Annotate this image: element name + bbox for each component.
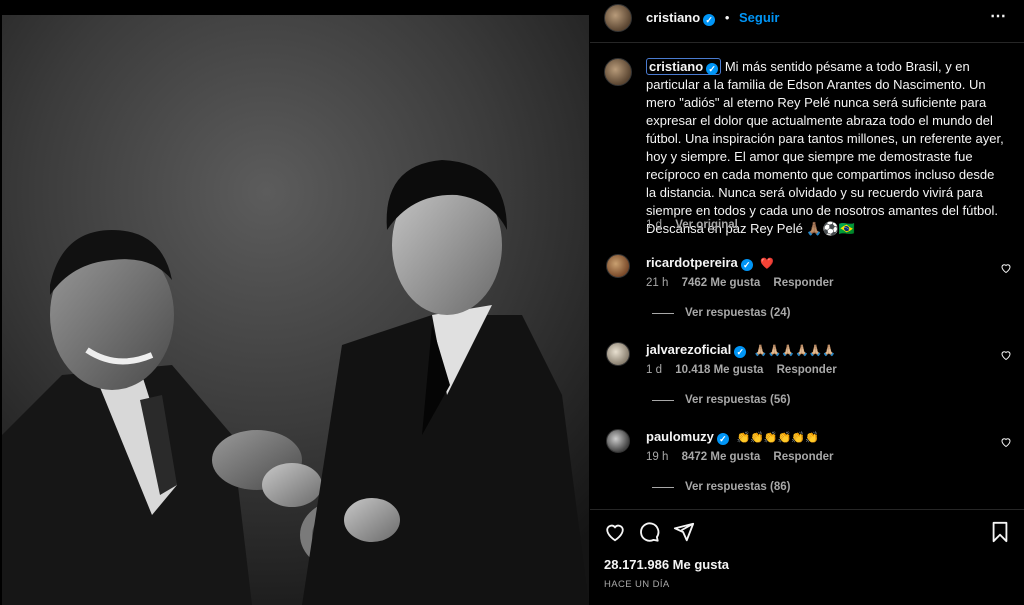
comment-like-heart-icon[interactable]: [1000, 436, 1012, 448]
comment-likes[interactable]: 8472 Me gusta: [682, 451, 761, 463]
comment-like-heart-icon[interactable]: [1000, 349, 1012, 361]
verified-badge-icon: ✓: [740, 259, 753, 271]
comment-likes[interactable]: 10.418 Me gusta: [675, 364, 763, 376]
comment-meta: 21 h 7462 Me gusta Responder: [646, 277, 834, 289]
caption-text: Mi más sentido pésame a todo Brasil, y e…: [646, 59, 1004, 236]
replies-line: [652, 313, 674, 314]
comment-time[interactable]: 1 d: [646, 364, 662, 376]
reply-button[interactable]: Responder: [777, 364, 837, 376]
comment-text: ❤️: [760, 258, 775, 270]
comment-avatar[interactable]: [606, 342, 630, 366]
header-divider: [590, 42, 1024, 43]
comment: ricardotpereira ✓ ❤️: [646, 255, 774, 271]
replies-line: [652, 487, 674, 488]
comment-username[interactable]: ricardotpereira: [646, 255, 738, 270]
follow-button[interactable]: Seguir: [739, 10, 779, 25]
see-original-link[interactable]: Ver original: [675, 219, 738, 231]
comment-time[interactable]: 19 h: [646, 451, 668, 463]
comment-like-heart-icon[interactable]: [1000, 262, 1012, 274]
comment: jalvarezoficial ✓ 🙏🏼🙏🏼🙏🏼🙏🏼🙏🏼🙏🏼: [646, 342, 836, 358]
comment: paulomuzy ✓ 👏👏👏👏👏👏: [646, 429, 819, 445]
more-options-icon[interactable]: ⋯: [990, 6, 1007, 26]
header-dot: •: [724, 10, 730, 25]
caption-username[interactable]: cristiano ✓: [646, 58, 722, 75]
photo-illustration: [2, 15, 589, 605]
comment-username[interactable]: jalvarezoficial: [646, 342, 731, 357]
post-caption: cristiano ✓ Mi más sentido pésame a todo …: [646, 58, 1008, 238]
comment-meta: 1 d 10.418 Me gusta Responder: [646, 364, 837, 376]
author-username[interactable]: cristiano: [646, 10, 700, 25]
replies-line: [652, 400, 674, 401]
post-header: cristiano ✓ • Seguir: [646, 10, 779, 26]
actions-divider: [590, 509, 1024, 510]
verified-badge-icon: ✓: [716, 433, 729, 445]
comment-avatar[interactable]: [606, 254, 630, 278]
caption-time[interactable]: 1 d: [646, 219, 662, 231]
comment-time[interactable]: 21 h: [646, 277, 668, 289]
bookmark-icon[interactable]: [989, 521, 1011, 543]
post-side-panel: cristiano ✓ • Seguir ⋯ cristiano ✓ Mi más …: [590, 0, 1024, 605]
verified-badge-icon: ✓: [706, 63, 719, 75]
view-replies-button[interactable]: Ver respuestas (86): [685, 481, 790, 493]
heart-icon[interactable]: [604, 521, 626, 543]
caption-meta: 1 d Ver original: [646, 219, 738, 231]
post-photo[interactable]: [2, 15, 589, 605]
verified-badge-icon: ✓: [703, 14, 716, 26]
comment-text: 🙏🏼🙏🏼🙏🏼🙏🏼🙏🏼🙏🏼: [753, 345, 837, 357]
reply-button[interactable]: Responder: [773, 451, 833, 463]
author-avatar[interactable]: [604, 4, 632, 32]
view-replies-button[interactable]: Ver respuestas (56): [685, 394, 790, 406]
comment-text: 👏👏👏👏👏👏: [736, 432, 819, 444]
reply-button[interactable]: Responder: [773, 277, 833, 289]
comment-likes[interactable]: 7462 Me gusta: [682, 277, 761, 289]
comment-username[interactable]: paulomuzy: [646, 429, 714, 444]
verified-badge-icon: ✓: [734, 346, 747, 358]
comment-meta: 19 h 8472 Me gusta Responder: [646, 451, 834, 463]
caption-avatar[interactable]: [604, 58, 632, 86]
instagram-post-window: cristiano ✓ • Seguir ⋯ cristiano ✓ Mi más …: [0, 0, 1024, 605]
view-replies-button[interactable]: Ver respuestas (24): [685, 307, 790, 319]
comment-avatar[interactable]: [606, 429, 630, 453]
share-icon[interactable]: [673, 521, 695, 543]
likes-count[interactable]: 28.171.986 Me gusta: [604, 557, 729, 572]
comment-icon[interactable]: [638, 521, 660, 543]
post-time: HACE UN DÍA: [604, 579, 670, 590]
